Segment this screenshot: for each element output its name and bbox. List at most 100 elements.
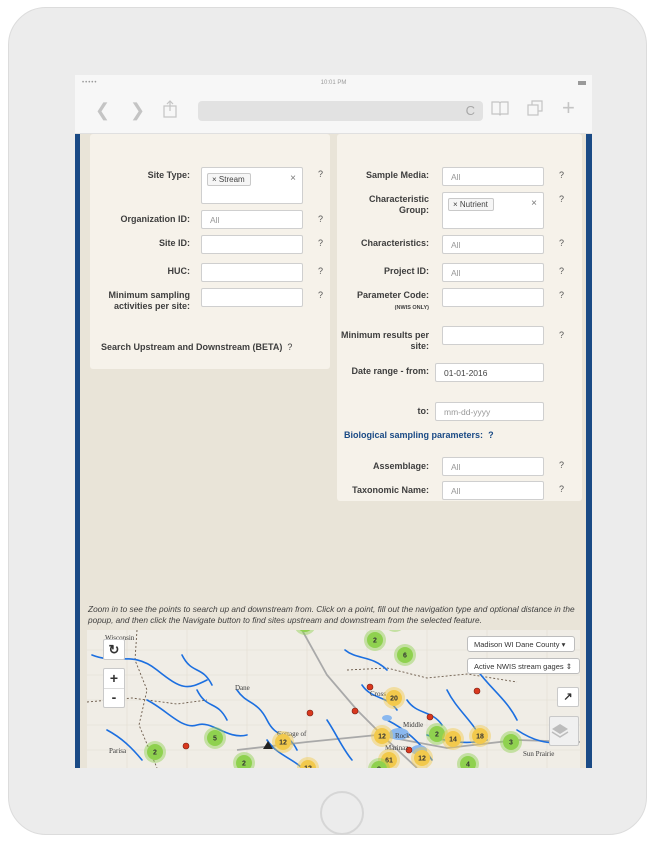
place-label: Rock <box>395 732 410 740</box>
reload-icon[interactable]: C <box>466 103 475 118</box>
cluster-count: 2 <box>373 638 377 645</box>
help-icon[interactable]: ? <box>559 460 564 470</box>
help-icon[interactable]: ? <box>559 194 564 204</box>
page-border-right <box>586 134 592 768</box>
site-type-select[interactable]: × Stream × <box>201 167 303 204</box>
cluster-count: 4 <box>466 762 470 769</box>
characteristic-group-chip[interactable]: × Nutrient <box>448 198 494 211</box>
cluster-marker[interactable]: 12 <box>371 725 393 747</box>
cluster-count: 2 <box>242 761 246 768</box>
site-type-clear-icon[interactable]: × <box>290 173 296 184</box>
cluster-marker[interactable]: 2 <box>364 630 386 651</box>
parameter-code-input[interactable] <box>442 288 544 307</box>
cluster-count: 12 <box>418 756 426 763</box>
organization-id-input[interactable]: All <box>201 210 303 229</box>
battery-icon <box>578 81 586 85</box>
share-icon[interactable] <box>163 100 177 122</box>
zoom-control: + - <box>103 668 125 708</box>
min-results-input[interactable] <box>442 326 544 345</box>
characteristics-input[interactable]: All <box>442 235 544 254</box>
chevron-down-icon: ▾ <box>561 640 566 649</box>
help-icon[interactable]: ? <box>559 484 564 494</box>
taxonomic-name-input[interactable]: All <box>442 481 544 500</box>
map-view[interactable]: Wisconsin Dane Cross Middle Rock Cottage of Ma… <box>87 630 580 768</box>
page-border-left <box>75 134 80 768</box>
layers-button[interactable] <box>549 716 579 746</box>
cluster-count: 6 <box>403 653 407 660</box>
characteristic-group-clear-icon[interactable]: × <box>531 198 537 209</box>
status-bar: ••••• 10:01 PM <box>75 75 592 91</box>
tabs-icon[interactable] <box>527 100 543 120</box>
upstream-search-label[interactable]: Search Upstream and Downstream (BETA) ? <box>101 342 292 353</box>
project-id-input[interactable]: All <box>442 263 544 282</box>
cluster-marker[interactable]: 18 <box>469 725 491 747</box>
cluster-marker[interactable]: 2 <box>144 741 166 763</box>
sample-media-input[interactable]: All <box>442 167 544 186</box>
date-from-label: Date range - from: <box>351 366 429 376</box>
place-label: Sun Prairie <box>523 750 554 758</box>
help-icon[interactable]: ? <box>318 169 323 179</box>
site-id-label: Site ID: <box>158 238 190 248</box>
reset-view-button[interactable]: ↻ <box>103 639 125 660</box>
cluster-marker[interactable]: 2 <box>294 630 316 635</box>
expand-icon: ↗ <box>563 691 573 703</box>
assemblage-label: Assemblage: <box>372 461 429 471</box>
help-icon[interactable]: ? <box>318 238 323 248</box>
huc-label: HUC: <box>167 266 191 276</box>
new-tab-icon[interactable]: + <box>562 97 575 119</box>
back-icon[interactable]: ❮ <box>95 100 110 120</box>
cluster-marker[interactable]: 3 <box>500 731 522 753</box>
cluster-marker[interactable]: 12 <box>272 731 294 753</box>
min-activities-label: Minimum sampling activities per site: <box>108 290 190 311</box>
forward-icon[interactable]: ❯ <box>130 100 145 120</box>
cluster-count: 12 <box>304 766 312 769</box>
cluster-count: 12 <box>279 740 287 747</box>
place-label: Parisa <box>109 747 127 755</box>
status-time: 10:01 PM <box>320 80 347 86</box>
cluster-marker[interactable]: 20 <box>383 687 405 709</box>
date-from-input[interactable]: 01-01-2016 <box>435 363 544 382</box>
cluster-marker[interactable]: 4 <box>457 753 479 768</box>
bio-params-toggle[interactable]: Biological sampling parameters: ? <box>344 430 494 441</box>
cluster-marker[interactable]: 12 <box>411 747 433 768</box>
site-parameters-panel: Site Type: × Stream × ? Organization ID:… <box>90 134 330 369</box>
cluster-count: 3 <box>509 740 513 747</box>
cluster-marker[interactable]: 3 <box>384 630 406 632</box>
help-icon[interactable]: ? <box>318 266 323 276</box>
fullscreen-button[interactable]: ↗ <box>557 687 579 707</box>
help-icon[interactable]: ? <box>318 290 323 300</box>
help-icon[interactable]: ? <box>287 342 292 352</box>
date-to-input[interactable]: mm-dd-yyyy <box>435 402 544 421</box>
cluster-marker[interactable]: 5 <box>204 727 226 749</box>
help-icon[interactable]: ? <box>559 330 564 340</box>
help-icon[interactable]: ? <box>318 214 323 224</box>
help-icon[interactable]: ? <box>488 430 494 440</box>
cluster-count: 8 <box>377 767 381 769</box>
cluster-count: 14 <box>449 737 457 744</box>
parameter-code-label: Parameter Code: <box>356 290 429 300</box>
cluster-marker[interactable]: 2 <box>233 752 255 768</box>
site-id-input[interactable] <box>201 235 303 254</box>
help-icon[interactable]: ? <box>559 290 564 300</box>
zoom-in-button[interactable]: + <box>104 669 124 689</box>
help-icon[interactable]: ? <box>559 238 564 248</box>
characteristic-group-select[interactable]: × Nutrient × <box>442 192 544 229</box>
layers-icon <box>551 724 569 738</box>
zoom-out-button[interactable]: - <box>104 689 124 708</box>
cluster-marker[interactable]: 12 <box>297 757 319 768</box>
url-bar[interactable]: C <box>198 101 483 121</box>
min-activities-input[interactable] <box>201 288 303 307</box>
organization-id-label: Organization ID: <box>120 214 191 224</box>
cluster-marker[interactable]: 14 <box>442 728 464 750</box>
assemblage-input[interactable]: All <box>442 457 544 476</box>
help-icon[interactable]: ? <box>559 266 564 276</box>
home-button[interactable] <box>320 791 364 835</box>
site-type-chip[interactable]: × Stream <box>207 173 251 186</box>
huc-input[interactable] <box>201 263 303 282</box>
bookmarks-icon[interactable] <box>491 100 509 120</box>
layer-select[interactable]: Active NWIS stream gages ⇕ <box>467 658 580 674</box>
location-select[interactable]: Madison WI Dane County ▾ <box>467 636 575 652</box>
cluster-count: 18 <box>476 734 484 741</box>
cluster-marker[interactable]: 6 <box>394 644 416 666</box>
help-icon[interactable]: ? <box>559 170 564 180</box>
